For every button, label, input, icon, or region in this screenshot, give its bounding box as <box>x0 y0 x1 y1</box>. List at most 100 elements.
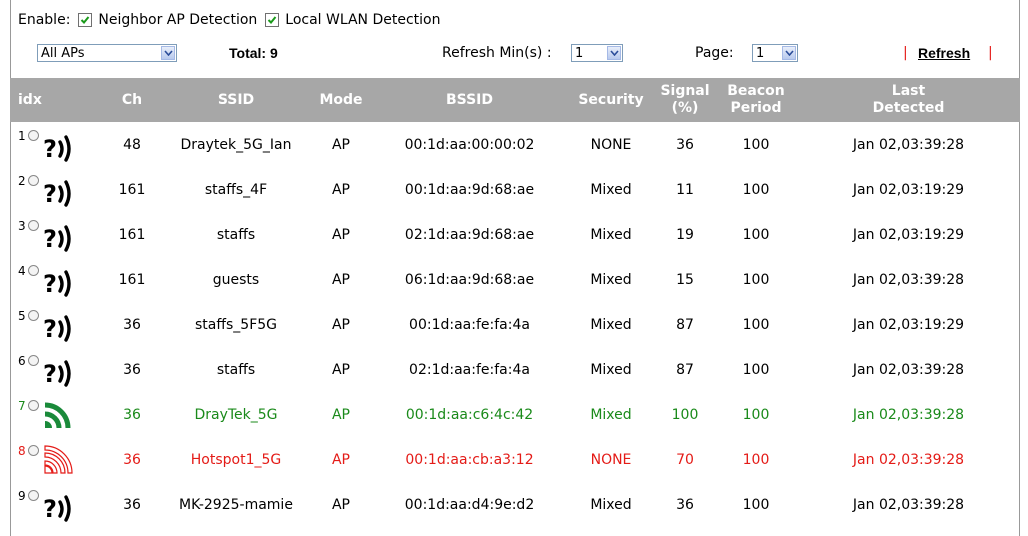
cell-beacon: 100 <box>742 406 770 423</box>
local-wlan-checkbox[interactable] <box>265 13 280 27</box>
row-select-radio[interactable] <box>28 490 39 501</box>
unknown-ap-icon: ? <box>42 265 76 298</box>
svg-text:?: ? <box>43 225 57 252</box>
row-index: 6 <box>18 354 26 368</box>
row-select-radio[interactable] <box>28 265 39 276</box>
cell-bssid: 00:1d:aa:d4:9e:d2 <box>404 496 535 513</box>
table-row: 2? 161 staffs_4F AP 00:1d:aa:9d:68:ae Mixed 11… <box>10 167 1020 212</box>
cell-last: Jan 02,03:39:28 <box>852 451 965 468</box>
cell-bssid: 00:1d:aa:cb:a3:12 <box>405 451 534 468</box>
enable-label: Enable: <box>18 12 71 28</box>
checkmark-icon <box>81 16 90 24</box>
svg-text:?: ? <box>43 315 57 342</box>
cell-ssid: staffs_5F5G <box>194 316 278 333</box>
cell-ssid: DrayTek_5G <box>194 406 278 423</box>
row-select-radio[interactable] <box>28 130 39 141</box>
refresh-min-label: Refresh Min(s) : <box>442 45 552 61</box>
row-select-radio[interactable] <box>28 220 39 231</box>
row-select-radio[interactable] <box>28 400 39 411</box>
idx-cell: 9? <box>10 482 102 527</box>
cell-ch: 161 <box>118 271 146 288</box>
cell-last: Jan 02,03:39:28 <box>852 271 965 288</box>
idx-cell: 8 <box>10 437 102 482</box>
cell-mode: AP <box>331 136 351 153</box>
cell-ch: 161 <box>118 181 146 198</box>
cell-security: Mixed <box>590 406 632 423</box>
page-label: Page: <box>695 45 734 61</box>
cell-last: Jan 02,03:39:28 <box>852 136 965 153</box>
idx-cell: 4? <box>10 257 102 302</box>
cell-ssid: Hotspot1_5G <box>190 451 282 468</box>
row-index: 3 <box>18 219 26 233</box>
idx-cell: 5? <box>10 302 102 347</box>
cell-bssid: 00:1d:aa:00:00:02 <box>404 136 535 153</box>
row-select-radio[interactable] <box>28 445 39 456</box>
cell-signal: 100 <box>671 406 699 423</box>
cell-signal: 36 <box>676 496 694 513</box>
header-idx: idx <box>10 78 102 122</box>
cell-last: Jan 02,03:39:28 <box>852 496 965 513</box>
row-select-radio[interactable] <box>28 355 39 366</box>
page-select[interactable]: 1 <box>752 44 798 62</box>
chevron-down-icon <box>782 46 796 60</box>
svg-text:?: ? <box>43 180 57 207</box>
unknown-ap-icon: ? <box>42 130 76 163</box>
header-ssid: SSID <box>162 78 310 122</box>
refresh-link[interactable]: Refresh <box>918 44 970 62</box>
row-index: 7 <box>18 399 26 413</box>
header-security: Security <box>567 78 655 122</box>
unknown-ap-icon: ? <box>42 310 76 343</box>
cell-beacon: 100 <box>742 226 770 243</box>
cell-ch: 36 <box>123 361 141 378</box>
cell-bssid: 06:1d:aa:9d:68:ae <box>404 271 535 288</box>
enable-row: Enable: Neighbor AP Detection Local WLAN… <box>18 9 441 31</box>
cell-bssid: 02:1d:aa:fe:fa:4a <box>409 361 530 378</box>
cell-ssid: staffs <box>216 361 256 378</box>
cell-ch: 161 <box>118 226 146 243</box>
cell-signal: 11 <box>676 181 694 198</box>
cell-beacon: 100 <box>742 271 770 288</box>
cell-ssid: staffs <box>216 226 256 243</box>
cell-security: Mixed <box>590 496 632 513</box>
header-beacon-line1: Beacon <box>727 83 785 99</box>
cell-ch: 36 <box>123 496 141 513</box>
idx-cell: 3? <box>10 212 102 257</box>
table-row: 3? 161 staffs AP 02:1d:aa:9d:68:ae Mixed 19 100… <box>10 212 1020 257</box>
header-last-detected: Last Detected <box>797 78 1020 122</box>
cell-last: Jan 02,03:19:29 <box>852 226 965 243</box>
cell-signal: 36 <box>676 136 694 153</box>
header-last-line2: Detected <box>872 100 945 116</box>
neighbor-ap-checkbox[interactable] <box>78 13 93 27</box>
row-index: 5 <box>18 309 26 323</box>
ap-filter-select[interactable]: All APs <box>37 44 177 62</box>
row-select-radio[interactable] <box>28 310 39 321</box>
table-row: 9? 36 MK-2925-mamie AP 00:1d:aa:d4:9e:d2 Mixe… <box>10 482 1020 527</box>
cell-mode: AP <box>331 226 351 243</box>
table-row: 1? 48 Draytek_5G_Ian AP 00:1d:aa:00:00:02 NON… <box>10 122 1020 167</box>
cell-ssid: guests <box>212 271 260 288</box>
cell-mode: AP <box>331 271 351 288</box>
cell-beacon: 100 <box>742 451 770 468</box>
idx-cell: 6? <box>10 347 102 392</box>
refresh-min-select[interactable]: 1 <box>571 44 623 62</box>
cell-last: Jan 02,03:19:29 <box>852 316 965 333</box>
header-bssid: BSSID <box>372 78 567 122</box>
cell-signal: 87 <box>676 316 694 333</box>
row-index: 8 <box>18 444 26 458</box>
idx-cell: 1? <box>10 122 102 167</box>
chevron-down-icon <box>161 46 175 60</box>
ap-filter-value: All APs <box>41 46 85 61</box>
header-last-line1: Last <box>891 83 926 99</box>
header-beacon: Beacon Period <box>715 78 797 122</box>
header-mode: Mode <box>310 78 372 122</box>
row-select-radio[interactable] <box>28 175 39 186</box>
cell-bssid: 00:1d:aa:9d:68:ae <box>404 181 535 198</box>
cell-ch: 36 <box>123 316 141 333</box>
local-wlan-label: Local WLAN Detection <box>285 12 441 28</box>
cell-bssid: 00:1d:aa:c6:4c:42 <box>405 406 534 423</box>
rogue-ap-icon <box>42 445 76 477</box>
header-ch: Ch <box>102 78 162 122</box>
row-index: 4 <box>18 264 26 278</box>
cell-beacon: 100 <box>742 361 770 378</box>
unknown-ap-icon: ? <box>42 175 76 208</box>
